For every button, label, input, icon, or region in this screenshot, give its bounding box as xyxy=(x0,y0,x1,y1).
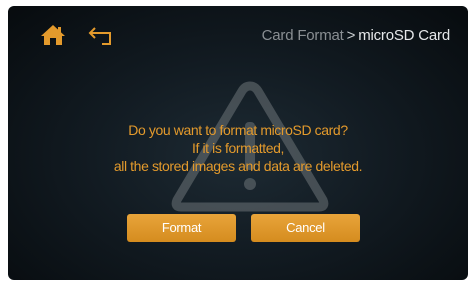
message-line-1: Do you want to format microSD card? xyxy=(128,122,348,138)
breadcrumb-parent[interactable]: Card Format xyxy=(262,27,344,44)
breadcrumb-current: microSD Card xyxy=(358,27,450,44)
message-line-3: all the stored images and data are delet… xyxy=(113,158,363,174)
home-icon[interactable] xyxy=(40,24,66,46)
top-bar: Card Format > microSD Card xyxy=(8,6,468,56)
cancel-button[interactable]: Cancel xyxy=(251,214,360,242)
breadcrumb-separator: > xyxy=(346,27,356,44)
format-button[interactable]: Format xyxy=(127,214,236,242)
device-screen: Card Format > microSD Card Do you want to … xyxy=(8,6,468,280)
back-arrow-icon[interactable] xyxy=(88,23,116,47)
message-line-2: If it is formatted, xyxy=(192,140,284,156)
format-confirmation-message: Do you want to format microSD card? If i… xyxy=(8,121,468,175)
breadcrumb: Card Format > microSD Card xyxy=(262,27,451,44)
